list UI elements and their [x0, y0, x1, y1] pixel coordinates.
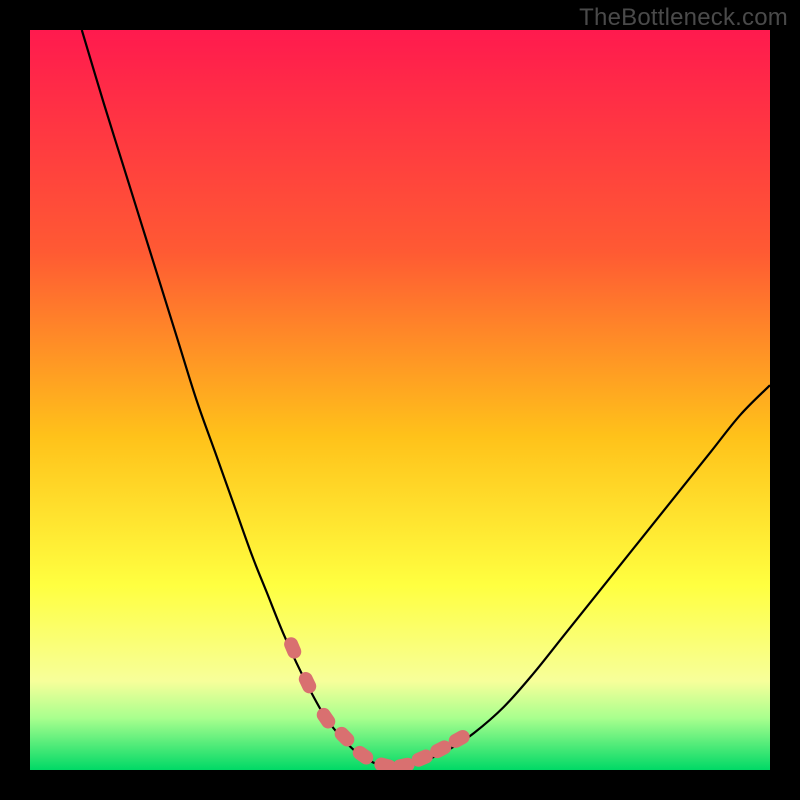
plot-area	[30, 30, 770, 770]
chart-svg	[30, 30, 770, 770]
watermark-text: TheBottleneck.com	[579, 4, 788, 32]
chart-frame: TheBottleneck.com	[0, 0, 800, 800]
gradient-background	[30, 30, 770, 770]
